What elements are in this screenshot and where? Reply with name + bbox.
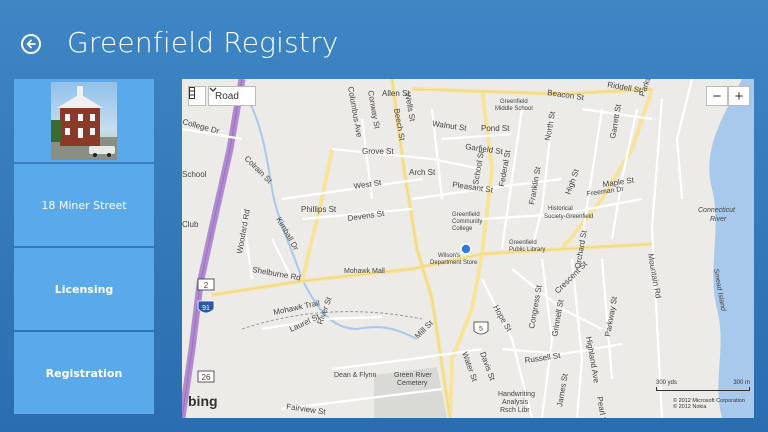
- sidebar-item-registration[interactable]: Registration: [14, 332, 154, 414]
- svg-text:Community: Community: [452, 219, 482, 225]
- back-button[interactable]: [21, 34, 41, 54]
- svg-text:Crescent St: Crescent St: [553, 259, 589, 295]
- svg-text:Arch St: Arch St: [409, 168, 436, 177]
- svg-text:Department Store: Department Store: [430, 260, 478, 266]
- svg-text:Mohawk Mall: Mohawk Mall: [344, 268, 385, 275]
- svg-text:Kimball Dr: Kimball Dr: [274, 216, 300, 253]
- svg-text:Water St: Water St: [460, 351, 479, 384]
- svg-text:Greenfield: Greenfield: [452, 212, 480, 218]
- navigation-icon: [189, 87, 195, 99]
- map-style-label: Road: [215, 90, 239, 102]
- svg-text:Public Library: Public Library: [509, 247, 545, 253]
- svg-text:School: School: [182, 170, 207, 179]
- svg-text:91: 91: [202, 305, 210, 312]
- zoom-out-button[interactable]: −: [706, 86, 728, 106]
- copyright-nokia: © 2012 Nokia: [673, 404, 707, 410]
- scale-meters: 300 m: [733, 380, 750, 386]
- svg-text:Historical: Historical: [548, 206, 573, 212]
- route-shield-26: 26: [197, 370, 215, 383]
- svg-text:Garrett St: Garrett St: [608, 103, 623, 139]
- svg-text:James St: James St: [555, 372, 570, 407]
- map-copyright: © 2012 Microsoft Corporation © 2012 Noki…: [673, 398, 745, 410]
- svg-text:River: River: [710, 216, 727, 223]
- sidebar-item-label: 18 Miner Street: [41, 198, 127, 212]
- map-navigation-button[interactable]: [188, 86, 206, 106]
- svg-text:Phillips St: Phillips St: [301, 205, 337, 214]
- svg-text:Handwriting: Handwriting: [498, 391, 535, 398]
- svg-text:Wilson's: Wilson's: [438, 253, 460, 259]
- map-view[interactable]: 2 91 5 26 Allen St Beacon St Riddell St …: [182, 79, 754, 418]
- route-shield-5: 5: [473, 321, 489, 335]
- svg-text:Grove St: Grove St: [362, 147, 394, 156]
- svg-text:Beech St: Beech St: [392, 108, 407, 142]
- svg-text:Dean & Flynn: Dean & Flynn: [334, 372, 377, 379]
- scale-bar: [656, 387, 750, 391]
- arrow-left-icon: [26, 39, 36, 49]
- svg-text:Greenfield: Greenfield: [509, 240, 537, 246]
- svg-text:Hope St: Hope St: [491, 304, 514, 334]
- svg-text:Congress St: Congress St: [527, 284, 544, 330]
- svg-text:Columbus Ave: Columbus Ave: [346, 86, 364, 139]
- svg-text:West St: West St: [353, 178, 383, 191]
- svg-text:Pearl St: Pearl St: [595, 396, 609, 418]
- svg-text:High St: High St: [563, 167, 581, 195]
- map-style-select[interactable]: Road: [208, 86, 256, 106]
- svg-text:Shelburne Rd: Shelburne Rd: [252, 265, 302, 282]
- svg-text:Greenfield: Greenfield: [500, 99, 528, 105]
- svg-text:Devens St: Devens St: [347, 209, 386, 223]
- svg-text:Society-Greenfield: Society-Greenfield: [544, 214, 593, 220]
- map-canvas: 2 91 5 26 Allen St Beacon St Riddell St …: [182, 79, 754, 418]
- svg-text:Mountain Rd: Mountain Rd: [646, 253, 663, 299]
- route-shield-2: 2: [197, 278, 215, 291]
- svg-text:Club: Club: [182, 220, 199, 229]
- sidebar-item-licensing[interactable]: Licensing: [14, 248, 154, 330]
- svg-text:Highland Ave: Highland Ave: [584, 336, 601, 384]
- scale-yards: 300 yds: [656, 380, 678, 386]
- building-photo-tile[interactable]: [14, 79, 154, 162]
- route-shield-91: 91: [197, 300, 215, 314]
- svg-text:Cemetery: Cemetery: [397, 380, 428, 387]
- svg-text:Rsch Libr: Rsch Libr: [500, 407, 530, 414]
- chevron-down-icon: [209, 87, 217, 92]
- svg-text:School St: School St: [471, 149, 486, 185]
- svg-text:Wells St: Wells St: [403, 92, 417, 123]
- svg-text:Analysis: Analysis: [502, 399, 529, 406]
- sidebar-item-label: Licensing: [54, 282, 114, 296]
- bing-logo: bing: [188, 393, 218, 409]
- page-title: Greenfield Registry: [67, 26, 339, 59]
- svg-text:Green River: Green River: [394, 372, 432, 379]
- svg-text:Parkway: Parkway: [637, 79, 656, 98]
- svg-text:Franklin St: Franklin St: [527, 165, 543, 205]
- svg-text:Middle School: Middle School: [495, 106, 533, 112]
- zoom-in-button[interactable]: +: [728, 86, 750, 106]
- svg-text:Grinnell St: Grinnell St: [550, 298, 565, 337]
- svg-text:5: 5: [479, 326, 483, 333]
- svg-text:Pond St: Pond St: [481, 124, 510, 133]
- map-scale: 300 yds 300 m: [656, 380, 750, 391]
- sidebar-item-address[interactable]: 18 Miner Street: [14, 164, 154, 246]
- svg-text:Russell St: Russell St: [524, 351, 562, 365]
- svg-text:College: College: [452, 226, 473, 232]
- svg-text:2: 2: [204, 281, 209, 290]
- sidebar-item-label: Registration: [45, 366, 123, 380]
- svg-text:Walnut St: Walnut St: [432, 119, 468, 133]
- svg-text:Woodard Rd: Woodard Rd: [235, 209, 252, 255]
- svg-text:North St: North St: [543, 110, 557, 141]
- svg-text:Beacon St: Beacon St: [547, 88, 586, 102]
- svg-text:Conway St: Conway St: [366, 90, 382, 130]
- svg-text:Davis St: Davis St: [478, 351, 497, 383]
- svg-text:Connecticut: Connecticut: [698, 207, 736, 214]
- svg-text:26: 26: [202, 373, 211, 382]
- svg-text:Mill St: Mill St: [413, 318, 435, 340]
- building-photo: [51, 81, 117, 160]
- location-pin-icon[interactable]: [460, 243, 472, 255]
